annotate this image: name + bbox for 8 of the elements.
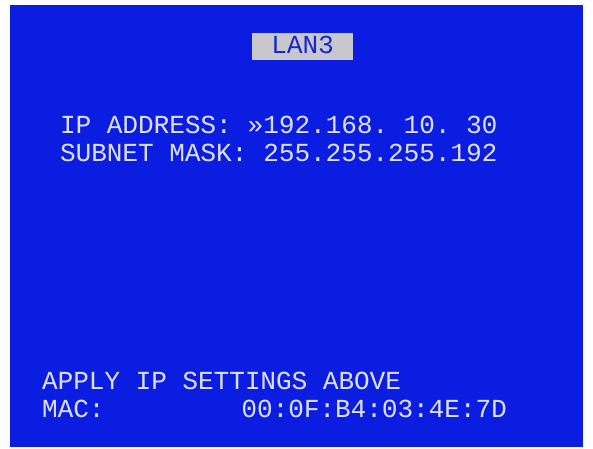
apply-settings-option[interactable]: APPLY IP SETTINGS ABOVE — [42, 368, 583, 396]
field-label: SUBNET MASK: — [60, 140, 248, 168]
screen-title: LAN3 — [252, 33, 353, 60]
field-value[interactable]: »192.168. 10. 30 — [248, 112, 498, 140]
field-value[interactable]: 255.255.255.192 — [263, 140, 498, 168]
mac-address-value: 00:0F:B4:03:4E:7D — [241, 396, 507, 424]
field-label: IP ADDRESS: — [60, 112, 232, 140]
mac-label: MAC: — [42, 396, 104, 424]
